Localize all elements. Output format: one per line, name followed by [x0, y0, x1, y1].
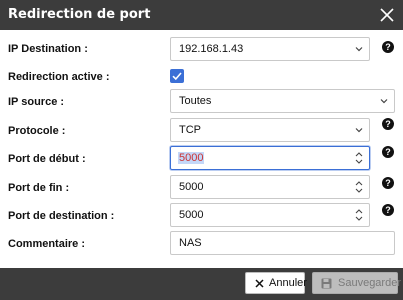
- dialog-footer: Annuler Sauvegarder: [0, 268, 403, 300]
- port-fin-value: 5000: [179, 181, 204, 193]
- ip-source-value: Toutes: [179, 95, 212, 107]
- close-icon[interactable]: [378, 6, 396, 24]
- ip-source-label: IP source :: [8, 96, 65, 108]
- cancel-button[interactable]: Annuler: [245, 272, 307, 294]
- port-destination-value: 5000: [179, 209, 204, 221]
- save-button-label: Sauvegarder: [338, 277, 401, 289]
- protocole-select[interactable]: TCP: [170, 118, 370, 142]
- floppy-disk-icon: [321, 278, 332, 289]
- commentaire-input[interactable]: NAS: [170, 231, 395, 255]
- port-fin-input[interactable]: 5000: [170, 175, 370, 199]
- ip-destination-value: 192.168.1.43: [179, 43, 244, 55]
- port-debut-value: 5000: [178, 152, 205, 164]
- save-button[interactable]: Sauvegarder: [312, 272, 401, 294]
- help-icon-port-fin[interactable]: ?: [382, 177, 394, 189]
- ip-source-select[interactable]: Toutes: [170, 89, 395, 113]
- help-icon-protocole[interactable]: ?: [382, 118, 394, 130]
- ip-destination-label: IP Destination :: [8, 43, 88, 55]
- port-destination-input[interactable]: 5000: [170, 203, 370, 227]
- help-icon-ip-destination[interactable]: ?: [382, 41, 394, 53]
- chevron-down-icon: [355, 47, 363, 52]
- chevron-down-icon: [355, 128, 363, 133]
- dialog-title: Redirection de port: [8, 7, 151, 22]
- ip-destination-select[interactable]: 192.168.1.43: [170, 37, 370, 61]
- stepper-icon[interactable]: [355, 179, 363, 195]
- port-destination-label: Port de destination :: [8, 210, 115, 222]
- help-icon-port-debut[interactable]: ?: [382, 146, 394, 158]
- redirection-active-label: Redirection active :: [8, 71, 110, 83]
- redirection-active-checkbox[interactable]: [170, 69, 184, 83]
- protocole-value: TCP: [179, 124, 201, 136]
- commentaire-label: Commentaire :: [8, 238, 86, 250]
- help-icon-port-destination[interactable]: ?: [382, 204, 394, 216]
- port-forward-dialog: Redirection de port IP Destination : 192…: [0, 0, 403, 300]
- protocole-label: Protocole :: [8, 125, 66, 137]
- chevron-down-icon: [380, 99, 388, 104]
- port-debut-label: Port de début :: [8, 153, 86, 165]
- commentaire-value: NAS: [179, 237, 202, 249]
- stepper-icon[interactable]: [355, 207, 363, 223]
- port-fin-label: Port de fin :: [8, 182, 70, 194]
- dialog-titlebar: Redirection de port: [0, 0, 403, 30]
- cancel-button-label: Annuler: [269, 277, 307, 289]
- stepper-icon[interactable]: [355, 150, 363, 166]
- close-icon: [255, 279, 264, 288]
- port-debut-input[interactable]: 5000: [170, 146, 370, 170]
